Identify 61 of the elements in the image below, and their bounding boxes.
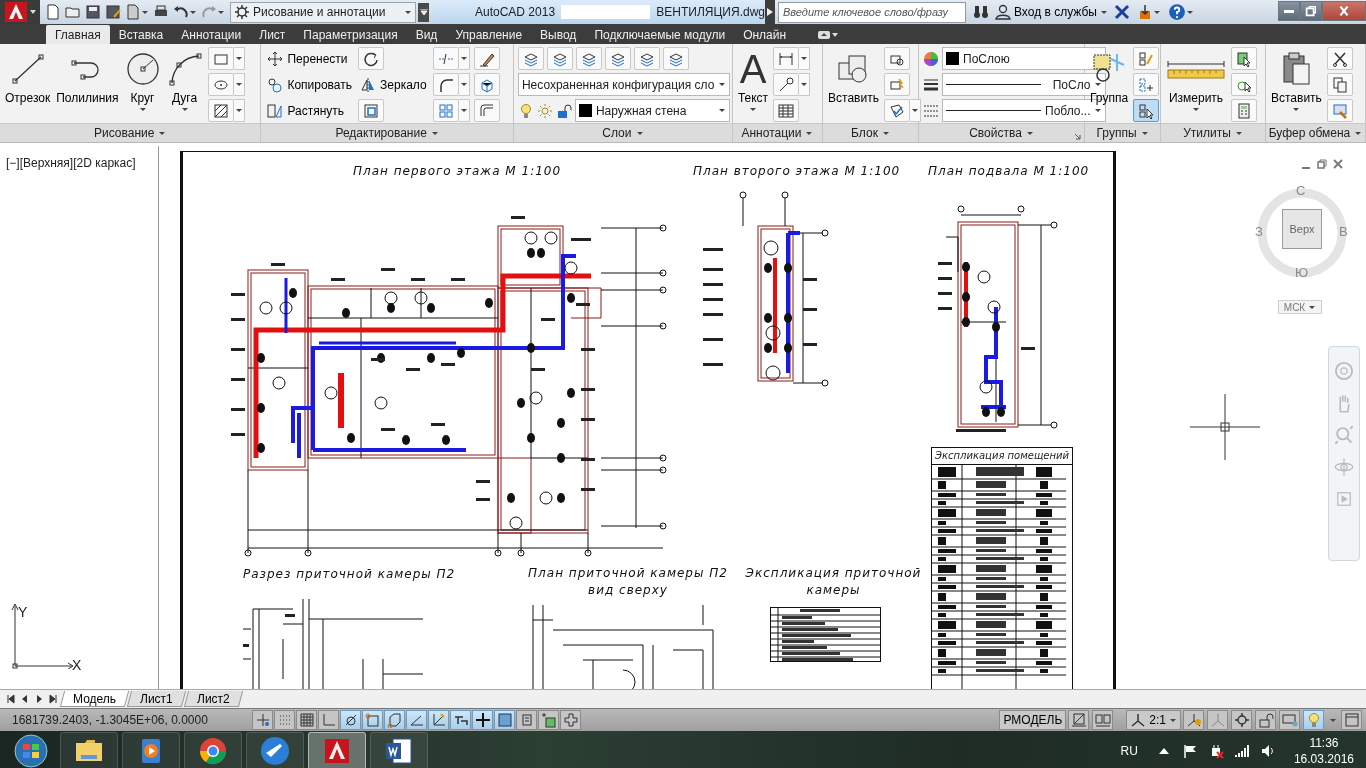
layer-state-dropdown[interactable]: Несохраненная конфигурация сло	[517, 73, 731, 96]
clock-time[interactable]: 11:36	[1309, 735, 1339, 751]
ribbon-tab[interactable]: Подключаемые модули	[585, 25, 735, 44]
copy-button[interactable]: Копировать	[265, 73, 355, 96]
drawing-title: План приточной камеры П2 вид сверху	[527, 565, 729, 599]
text-button[interactable]: A Текст	[736, 47, 770, 123]
search-field[interactable]: Введите ключевое слово/фразу	[778, 1, 966, 23]
ribbon-tab[interactable]: Аннотации	[172, 25, 251, 44]
drawing-title: Разрез приточной камеры П2	[243, 567, 456, 581]
layer-dropdown[interactable]: Наружная стена	[574, 99, 731, 122]
workspace-dropdown[interactable]: Рисование и аннотации	[230, 1, 416, 23]
circle-button[interactable]: Круг	[123, 47, 162, 123]
layout-tab[interactable]: Лист1	[126, 691, 186, 707]
insert-block-button[interactable]: Вставить	[827, 47, 880, 123]
move-button[interactable]: Перенести	[265, 47, 355, 70]
ribbon-tab[interactable]: Онлайн	[734, 25, 796, 44]
ribbon-tab[interactable]: Главная	[46, 25, 110, 44]
ribbon-tab[interactable]: Вывод	[531, 25, 586, 44]
panel-title-button[interactable]: Группы	[1085, 123, 1160, 142]
app-title: AutoCAD 2013	[475, 5, 556, 19]
layout-tab[interactable]: Лист2	[183, 691, 243, 707]
panel-title-button[interactable]: Аннотации	[732, 123, 822, 142]
panel-title-button[interactable]: Блок	[823, 123, 918, 142]
file-name: ВЕНТИЛЯЦИЯ.dwg	[656, 5, 765, 19]
text-glyph-icon: A	[739, 49, 767, 89]
drawing-title: План второго этажа М 1:100	[693, 164, 901, 178]
sign-in-button[interactable]: Вход в службы	[995, 4, 1108, 20]
panel-title-button[interactable]: Слои	[513, 123, 732, 142]
drawing-title: Экспликация приточной камеры	[744, 565, 923, 599]
paste-button[interactable]: Вставить	[1270, 47, 1323, 123]
panel-title-button[interactable]: Редактирование	[261, 123, 513, 142]
panel-title-button[interactable]: Буфер обмена	[1266, 123, 1365, 142]
drawing-title: План подвала М 1:100	[928, 164, 1090, 178]
mirror-button[interactable]: Зеркало	[358, 73, 429, 96]
ribbon-tab[interactable]: Управление	[446, 25, 532, 44]
axis-label: X	[72, 657, 82, 673]
viewport-controls-label[interactable]: [−][Верхняя][2D каркас]	[6, 156, 136, 170]
view-cube-face[interactable]: Верх	[1282, 209, 1322, 249]
panel-title-button[interactable]: Рисование	[0, 123, 261, 142]
ribbon-tab[interactable]: Вид	[406, 25, 447, 44]
polyline-button[interactable]: Полилиния	[55, 47, 120, 123]
line-button[interactable]: Отрезок	[4, 47, 52, 123]
annotation-scale-button[interactable]: 2:1	[1126, 710, 1181, 730]
table-title: Экспликация помещений	[932, 448, 1072, 465]
stretch-button[interactable]: Растянуть	[265, 99, 355, 122]
arc-button[interactable]: Дуга	[165, 47, 204, 123]
ribbon-tab[interactable]: Вставка	[109, 25, 173, 44]
layout-tab[interactable]: Модель	[59, 691, 130, 707]
model-space-button[interactable]: РМОДЕЛЬ	[999, 710, 1067, 730]
panel-title-button[interactable]: Свойства	[919, 123, 1084, 142]
axis-label: Y	[18, 604, 28, 620]
ribbon-tab[interactable]: Лист	[250, 25, 295, 44]
ucs-dropdown[interactable]: МСК	[1278, 300, 1322, 314]
language-indicator[interactable]: RU	[1120, 744, 1138, 758]
coordinates-readout: 1681739.2403, -1.3045E+06, 0.0000	[11, 713, 209, 727]
measure-button[interactable]: Измерить	[1165, 47, 1227, 123]
panel-title-button[interactable]: Утилиты	[1161, 123, 1265, 142]
ribbon-tab[interactable]: Параметризация	[294, 25, 407, 44]
color-dropdown[interactable]: ПоСлою	[942, 47, 1107, 70]
clock-date[interactable]: 16.03.2016	[1293, 751, 1354, 767]
drawing-title: План первого этажа М 1:100	[353, 164, 562, 178]
